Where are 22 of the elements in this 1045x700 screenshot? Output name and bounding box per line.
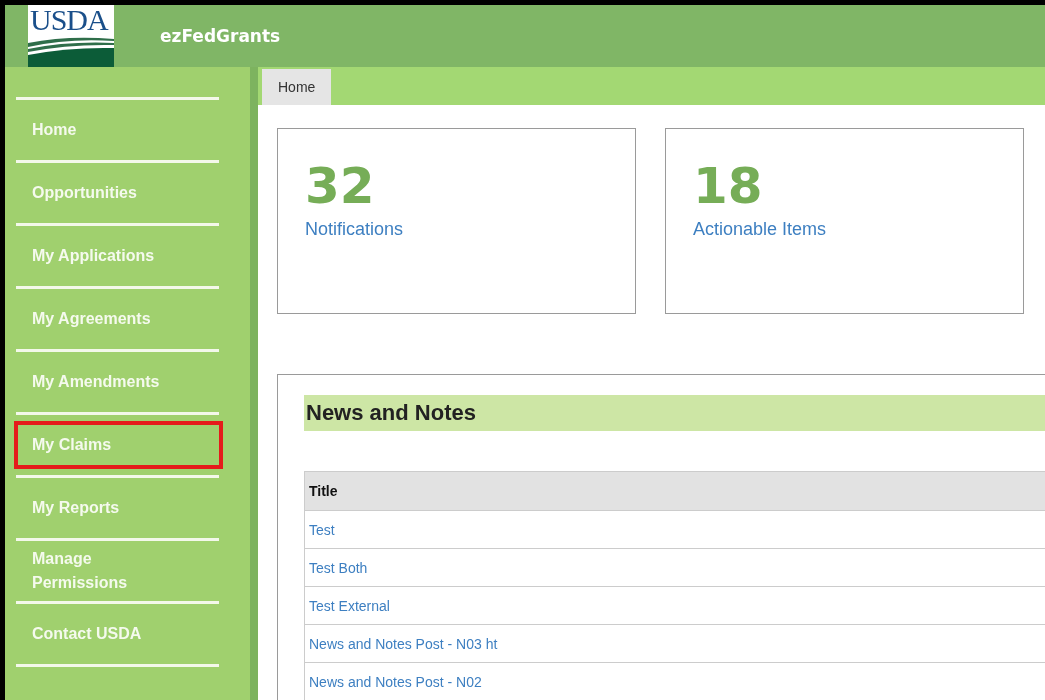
stat-link[interactable]: Notifications (305, 219, 404, 240)
sidebar-item[interactable]: My Claims (12, 419, 225, 471)
sidebar-item[interactable]: Opportunities (12, 163, 225, 223)
sidebar-item[interactable]: My Amendments (12, 352, 225, 412)
app-title: ezFedGrants (160, 26, 281, 46)
stat-link[interactable]: Actionable Items (693, 219, 827, 240)
news-link[interactable]: Test (304, 510, 1045, 549)
sidebar-item[interactable]: Home (12, 100, 225, 160)
sidebar-item[interactable]: My Agreements (12, 289, 225, 349)
sidebar-item[interactable]: Manage Permissions (12, 541, 225, 601)
stat-count: 32 (305, 157, 376, 215)
sidebar-item[interactable]: Contact USDA (12, 604, 225, 664)
news-link[interactable]: Test External (304, 586, 1045, 625)
sidebar-item[interactable]: My Reports (12, 478, 225, 538)
section-title: News and Notes (306, 400, 476, 426)
column-header: Title (304, 471, 1045, 511)
usda-logo: USDA (28, 5, 114, 67)
sidebar-item[interactable]: My Applications (12, 226, 225, 286)
news-link[interactable]: News and Notes Post - N03 ht (304, 624, 1045, 663)
home-tab[interactable]: Home (262, 69, 332, 105)
news-link[interactable]: Test Both (304, 548, 1045, 587)
stat-count: 18 (693, 157, 764, 215)
